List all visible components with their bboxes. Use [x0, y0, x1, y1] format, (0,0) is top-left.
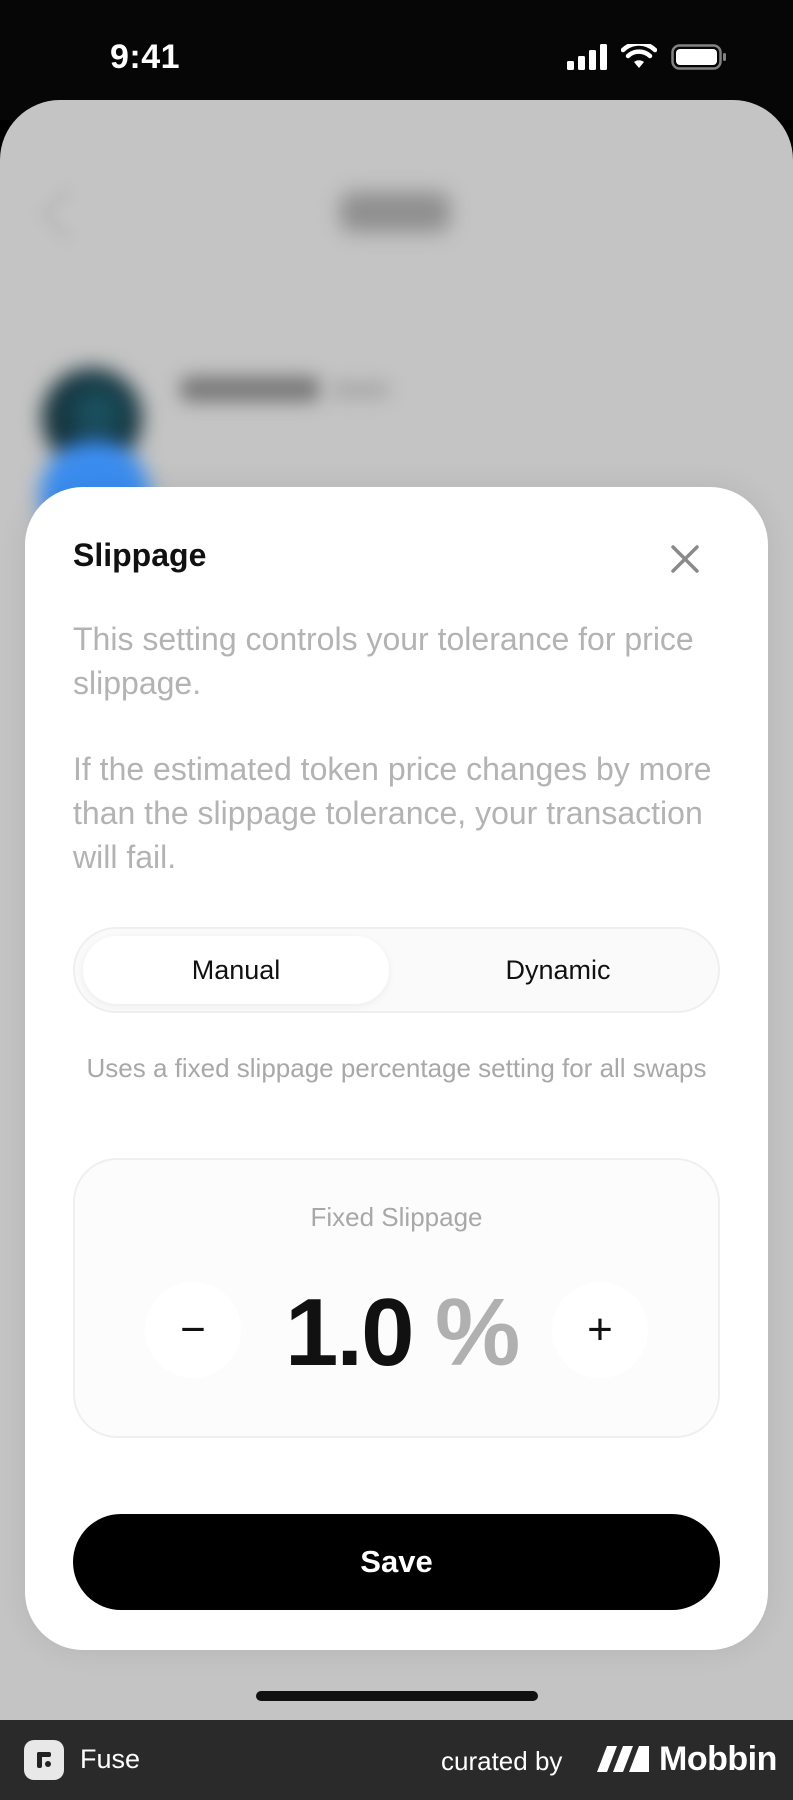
- plus-icon: +: [587, 1305, 613, 1354]
- decrease-slippage-button[interactable]: −: [145, 1282, 241, 1378]
- save-button[interactable]: Save: [73, 1514, 720, 1610]
- fuse-logo-icon: [37, 1752, 51, 1768]
- slippage-value: 1.0: [285, 1279, 414, 1386]
- app-logo-icon: [24, 1740, 64, 1780]
- battery-icon: [671, 44, 726, 70]
- fixed-slippage-card: Fixed Slippage − 1.0 % +: [73, 1158, 720, 1438]
- tab-dynamic[interactable]: Dynamic: [405, 936, 711, 1004]
- mobbin-logo-icon: [597, 1746, 649, 1772]
- brand-name: Mobbin: [659, 1740, 777, 1778]
- fixed-slippage-label: Fixed Slippage: [310, 1202, 483, 1232]
- cellular-signal-icon: [567, 44, 607, 70]
- close-icon: [671, 545, 699, 573]
- background-text-placeholder: [330, 382, 390, 398]
- slippage-sheet: Slippage This setting controls your tole…: [25, 487, 768, 1650]
- mode-description: Uses a fixed slippage percentage setting…: [73, 1049, 720, 1088]
- slippage-unit: %: [435, 1279, 521, 1386]
- wifi-icon: [621, 44, 657, 68]
- app-name: Fuse: [80, 1744, 141, 1774]
- description-text: If the estimated token price changes by …: [73, 751, 712, 875]
- curated-by-label: curated by: [441, 1746, 563, 1776]
- sheet-title: Slippage: [73, 537, 207, 573]
- minus-icon: −: [180, 1305, 206, 1354]
- tab-manual[interactable]: Manual: [83, 936, 389, 1004]
- close-button[interactable]: [665, 539, 705, 579]
- status-icons: [567, 44, 727, 70]
- description-text: This setting controls your tolerance for…: [73, 621, 694, 701]
- background-text-placeholder: [180, 376, 320, 402]
- back-icon: [40, 188, 92, 240]
- background-title-placeholder: [340, 192, 450, 232]
- status-time: 9:41: [110, 38, 181, 76]
- mode-description-text: Uses a fixed slippage percentage setting…: [86, 1053, 707, 1083]
- slippage-mode-toggle: Manual Dynamic: [73, 927, 720, 1013]
- increase-slippage-button[interactable]: +: [552, 1282, 648, 1378]
- footer-bar: Fuse curated by Mobbin: [0, 1720, 793, 1800]
- home-indicator: [256, 1691, 538, 1701]
